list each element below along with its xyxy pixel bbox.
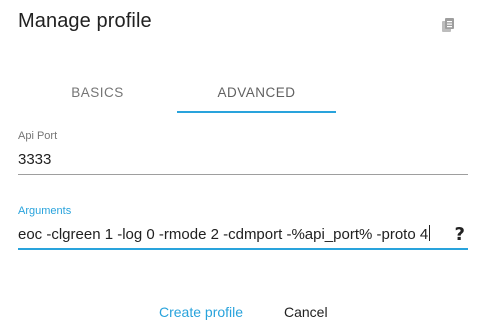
profile-tabs: BASICS ADVANCED xyxy=(18,70,468,114)
manage-profile-dialog: Manage profile BASICS ADVANCED Api Port … xyxy=(0,0,485,336)
cancel-button[interactable]: Cancel xyxy=(284,300,328,324)
create-profile-button[interactable]: Create profile xyxy=(159,300,243,324)
text-caret xyxy=(429,225,431,241)
arguments-label: Arguments xyxy=(18,205,72,217)
api-port-underline xyxy=(18,174,468,175)
arguments-input[interactable]: eoc -clgreen 1 -log 0 -rmode 2 -cdmport … xyxy=(18,224,468,246)
tab-advanced[interactable]: ADVANCED xyxy=(177,70,336,114)
arguments-value: eoc -clgreen 1 -log 0 -rmode 2 -cdmport … xyxy=(18,226,429,243)
help-icon[interactable]: ? xyxy=(455,224,465,246)
copy-button[interactable] xyxy=(439,16,459,36)
tab-basics[interactable]: BASICS xyxy=(18,70,177,114)
api-port-input[interactable]: 3333 xyxy=(18,149,468,171)
arguments-field: Arguments eoc -clgreen 1 -log 0 -rmode 2… xyxy=(18,204,468,250)
api-port-label: Api Port xyxy=(18,130,58,142)
copy-icon xyxy=(442,18,454,32)
dialog-actions: Create profile Cancel xyxy=(0,300,485,324)
active-tab-indicator xyxy=(177,111,336,113)
api-port-field: Api Port 3333 xyxy=(18,129,468,175)
dialog-title: Manage profile xyxy=(18,10,152,32)
api-port-value: 3333 xyxy=(18,151,52,168)
arguments-underline xyxy=(18,248,468,250)
